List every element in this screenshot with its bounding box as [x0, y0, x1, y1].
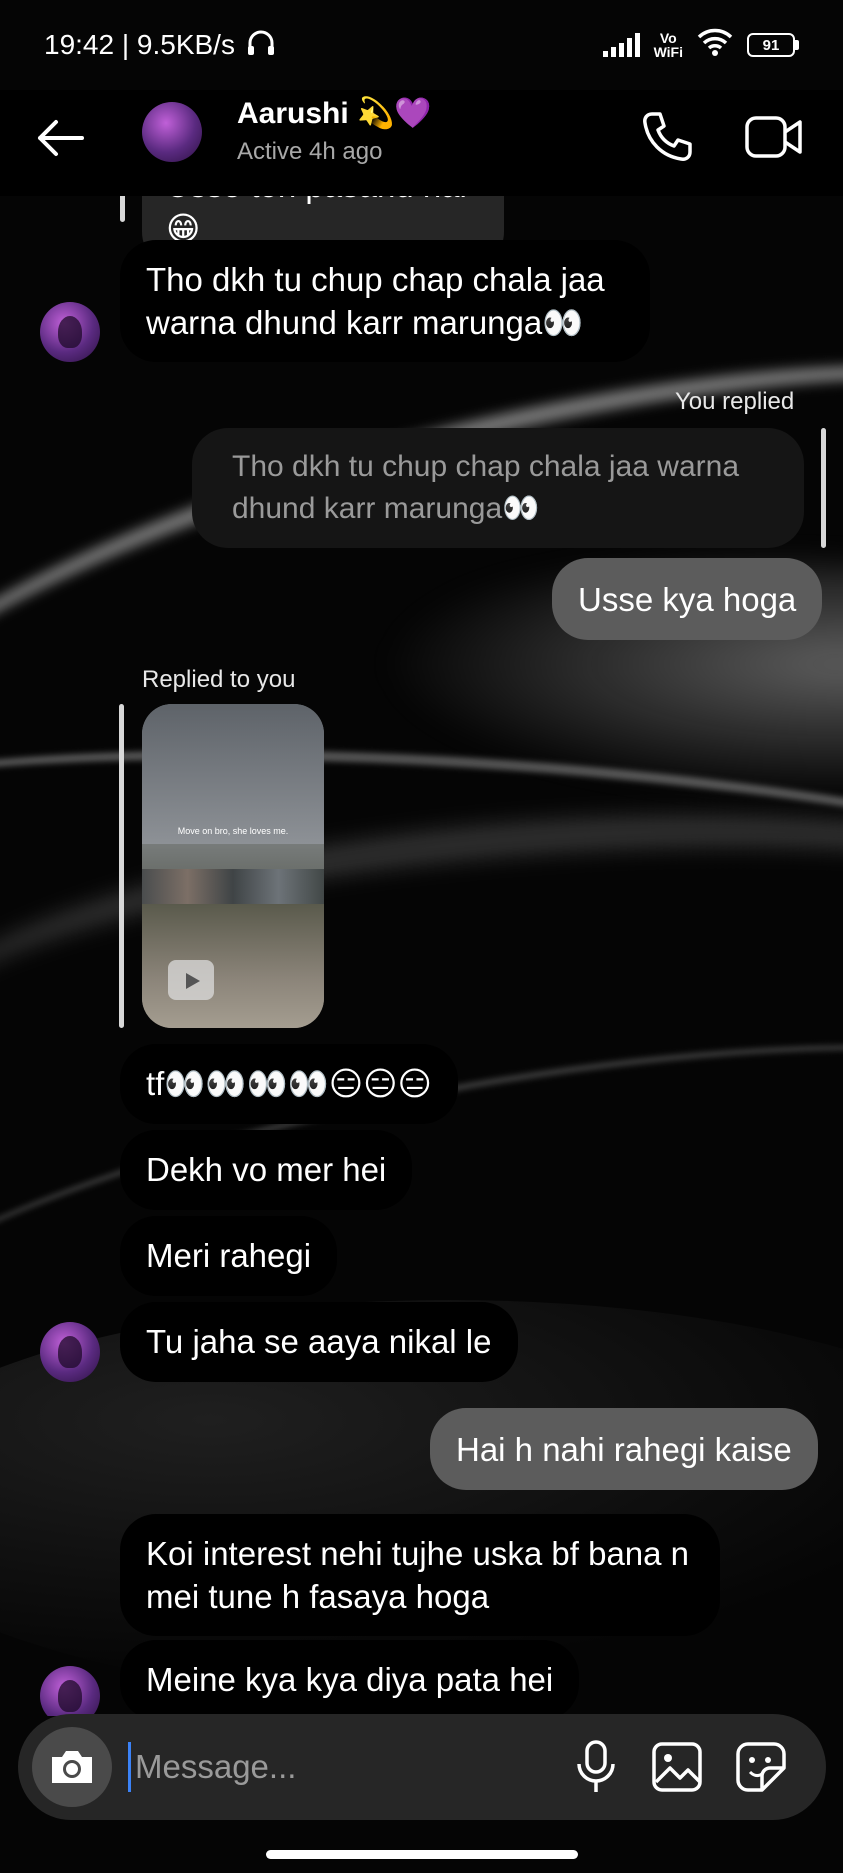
message-incoming[interactable]: Meri rahegi	[120, 1216, 338, 1296]
message-incoming[interactable]: Koi interest nehi tujhe uska bf bana n m…	[120, 1514, 720, 1636]
sticker-icon[interactable]	[734, 1740, 788, 1794]
reel-thumbnail[interactable]: Move on bro, she loves me.	[142, 704, 324, 1028]
camera-button[interactable]	[32, 1727, 112, 1807]
message-list[interactable]: Usse toh pasand hai 😁 Tho dkh tu chup ch…	[0, 196, 843, 1716]
quoted-message[interactable]: Tho dkh tu chup chap chala jaa warna dhu…	[192, 428, 804, 548]
signal-icon	[602, 33, 640, 57]
chat-header: Aarushi 💫💜 Active 4h ago	[0, 90, 843, 196]
video-call-icon[interactable]	[744, 110, 804, 164]
message-incoming[interactable]: Tho dkh tu chup chap chala jaa warna dhu…	[120, 240, 650, 362]
message-composer	[18, 1714, 826, 1820]
home-indicator[interactable]	[266, 1850, 578, 1859]
microphone-icon[interactable]	[568, 1738, 624, 1796]
status-bar: 19:42 | 9.5KB/s Vo WiFi 91	[0, 0, 843, 90]
headphones-icon	[246, 28, 276, 65]
message-outgoing[interactable]: Usse kya hoga	[552, 558, 823, 640]
message-incoming[interactable]: tf👀👀👀👀😑😑😑	[120, 1044, 458, 1124]
phone-icon[interactable]	[638, 108, 696, 166]
sender-avatar[interactable]	[40, 1666, 100, 1716]
reel-caption: Move on bro, she loves me.	[177, 826, 289, 836]
contact-status: Active 4h ago	[237, 138, 383, 165]
status-time-speed: 19:42 | 9.5KB/s	[44, 29, 235, 60]
reply-indicator-bar	[120, 196, 125, 222]
reply-indicator-bar	[821, 428, 826, 548]
message-incoming[interactable]: Dekh vo mer hei	[120, 1130, 413, 1210]
reply-label: You replied	[675, 388, 795, 415]
battery-icon: 91	[747, 33, 799, 57]
sender-avatar[interactable]	[40, 302, 100, 362]
reel-play-icon	[168, 960, 214, 1000]
message-input[interactable]	[128, 1742, 568, 1792]
wifi-icon	[697, 28, 733, 63]
reply-label: Replied to you	[142, 666, 296, 693]
back-arrow-icon[interactable]	[34, 112, 86, 164]
gallery-icon[interactable]	[650, 1740, 704, 1794]
sender-avatar[interactable]	[40, 1322, 100, 1382]
message-outgoing[interactable]: Hai h nahi rahegi kaise	[430, 1408, 818, 1490]
contact-avatar[interactable]	[142, 102, 202, 162]
contact-name[interactable]: Aarushi 💫💜	[237, 96, 432, 131]
message-incoming[interactable]: Meine kya kya diya pata hei	[120, 1640, 580, 1716]
camera-icon	[52, 1751, 92, 1783]
message-incoming[interactable]: Tu jaha se aaya nikal le	[120, 1302, 518, 1382]
vowifi-icon: Vo WiFi	[653, 30, 683, 60]
reply-indicator-bar	[119, 704, 124, 1028]
